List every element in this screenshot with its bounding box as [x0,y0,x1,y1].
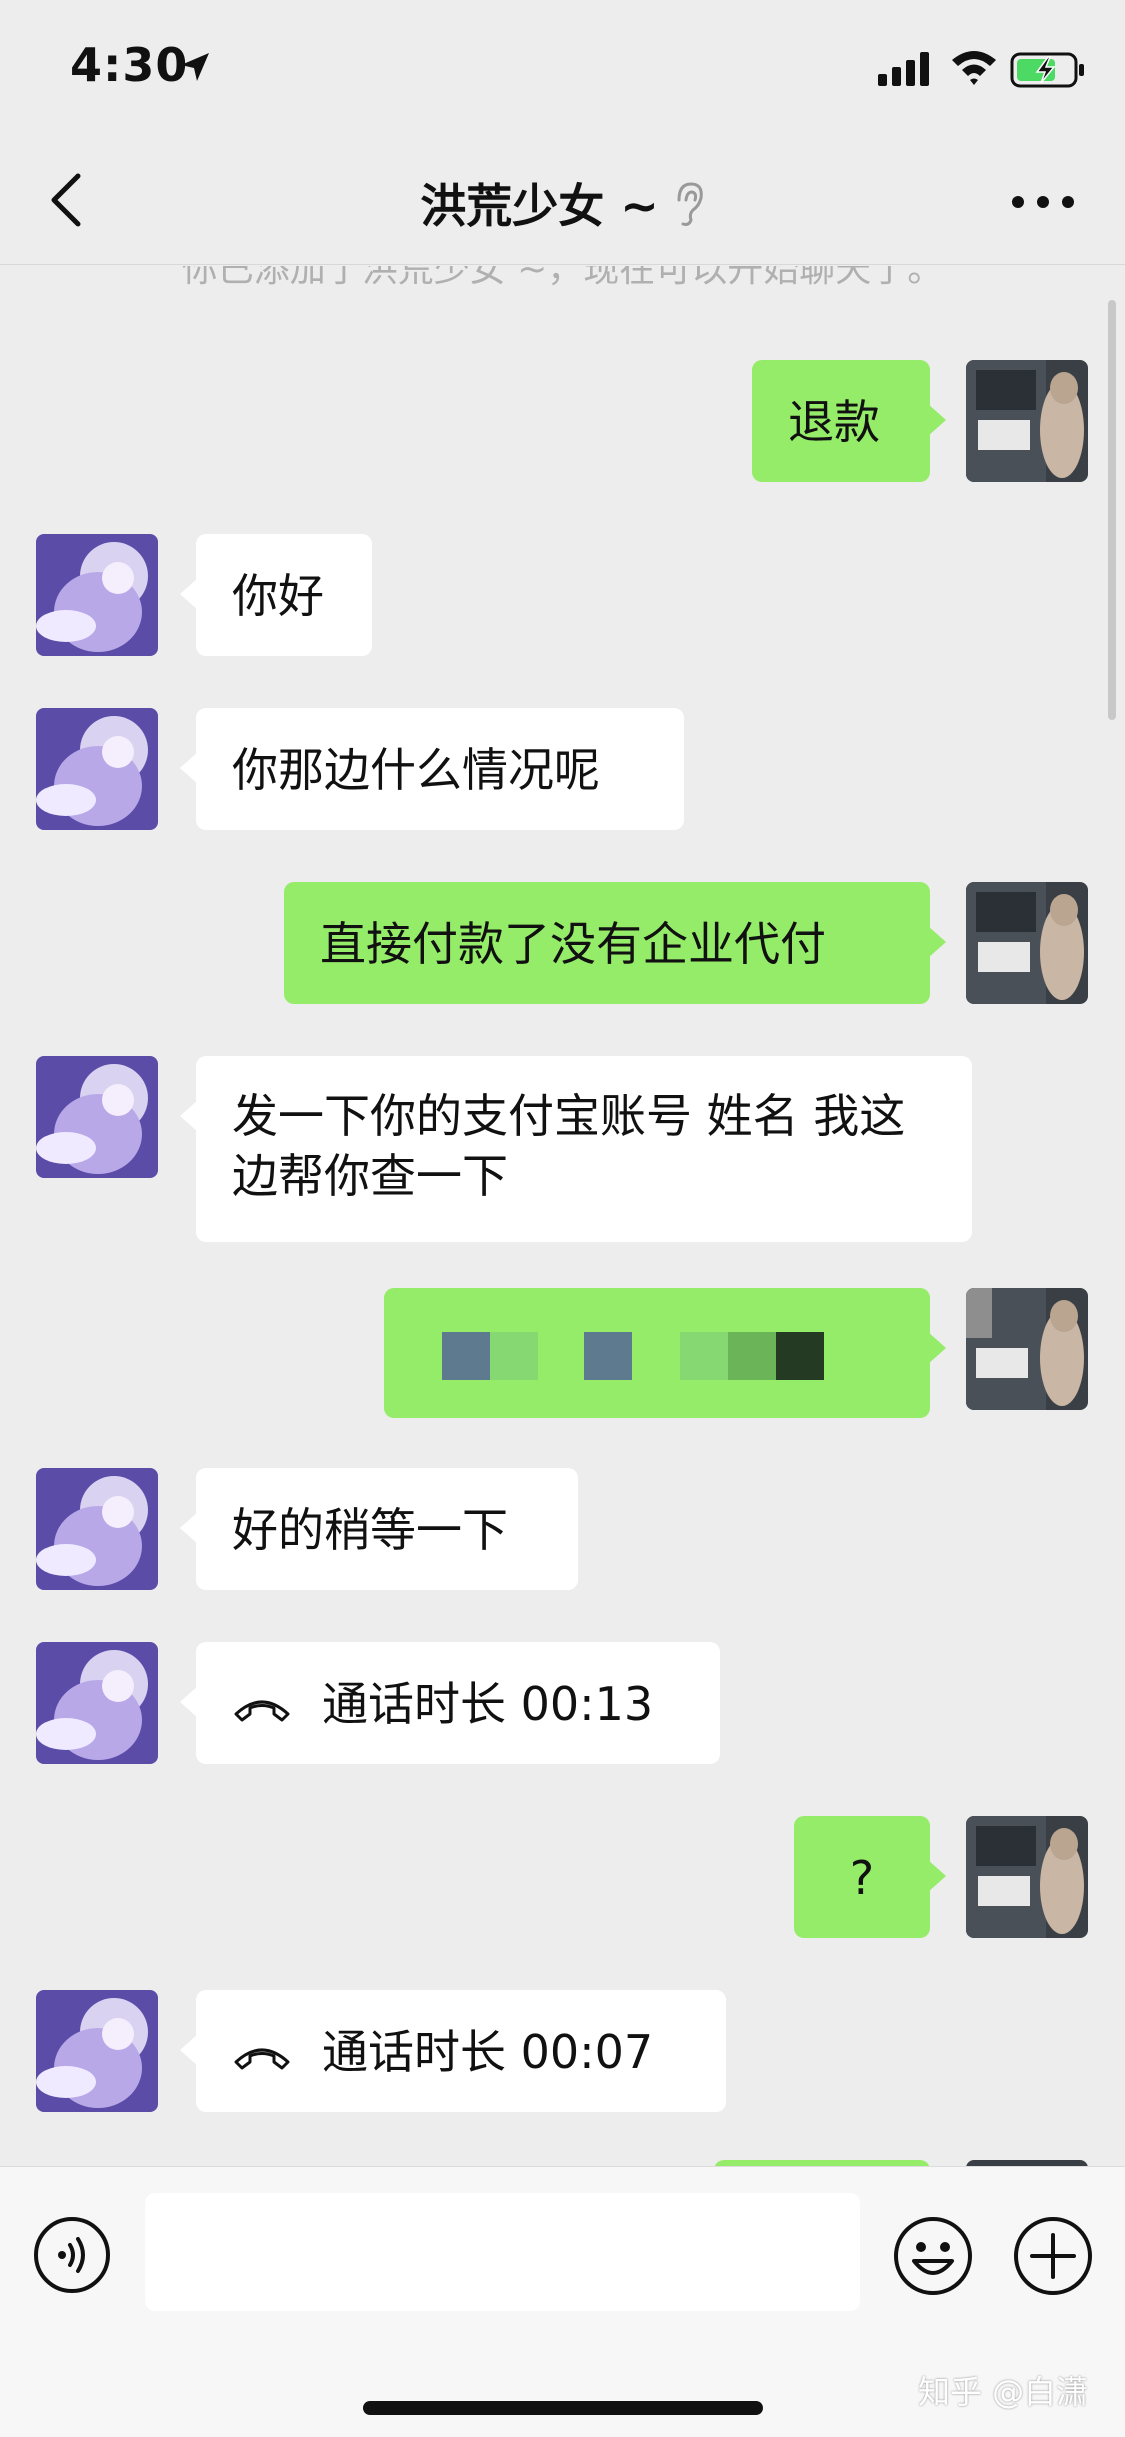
message-bubble-received[interactable]: 你好 [180,534,372,656]
anime-avatar-image [36,708,158,830]
message-bubble-sent-redacted[interactable] [384,1288,946,1418]
message-text: 好的稍等一下 [232,1503,508,1557]
message-bubble-sent[interactable]: ? [794,1816,946,1938]
system-notice: 你已添加了洪荒少女 ~，现在可以开始聊天了。 [0,266,1125,294]
ellipsis-icon [1012,196,1074,208]
watermark-text: 知乎 @白潇 [918,2373,1089,2411]
status-time: 4:30 [70,38,189,92]
message-text-input[interactable] [145,2193,860,2311]
message-text: 直接付款了没有企业代付 [320,917,826,971]
message-text: 你好 [232,569,324,623]
contact-avatar[interactable] [36,1642,158,1764]
call-duration-text: 通话时长 00:13 [322,1677,654,1731]
contact-avatar[interactable] [36,708,158,830]
input-bar: 知乎 @白潇 [0,2166,1125,2437]
message-text: 发一下你的支付宝账号 姓名 我这边帮你查一下 [232,1089,906,1203]
avatar-photo-image [966,360,1088,482]
anime-avatar-image [36,1990,158,2112]
message-text: 你那边什么情况呢 [232,743,600,797]
home-indicator[interactable] [363,2401,763,2415]
contact-avatar[interactable] [36,1468,158,1590]
more-functions-button[interactable] [1012,2215,1094,2297]
plus-circle-icon [1014,2217,1092,2295]
emoji-smile-icon [894,2217,972,2295]
anime-avatar-image [36,1642,158,1764]
message-bubble-received[interactable]: 好的稍等一下 [180,1468,578,1590]
call-record-bubble[interactable]: 通话时长 00:13 [180,1642,720,1764]
message-bubble-received[interactable]: 你那边什么情况呢 [180,708,684,830]
cellular-signal-icon [878,52,932,90]
my-avatar[interactable] [966,1288,1088,1410]
emoji-button[interactable] [892,2215,974,2297]
more-options-button[interactable] [1008,190,1078,214]
chat-area[interactable]: 你已添加了洪荒少女 ~，现在可以开始聊天了。 退款 你好 你那边什么情况呢 直接… [0,266,1125,2166]
nav-title-wrap: 洪荒少女 ~ [0,170,1125,239]
message-text: ? [849,1851,875,1905]
battery-charging-icon [1010,52,1086,92]
hang-up-phone-icon [232,2026,292,2086]
wifi-icon [950,48,998,90]
my-avatar[interactable] [966,360,1088,482]
anime-avatar-image [36,534,158,656]
contact-avatar[interactable] [36,1056,158,1178]
voice-input-button[interactable] [32,2215,112,2295]
contact-avatar[interactable] [36,534,158,656]
message-text: 退款 [788,395,880,449]
contact-avatar[interactable] [36,1990,158,2112]
system-notice-text: 你已添加了洪荒少女 ~，现在可以开始聊天了。 [181,266,944,290]
my-avatar[interactable] [966,1816,1088,1938]
location-arrow-icon [178,50,212,88]
avatar-photo-image [966,882,1088,1004]
nav-bar: 洪荒少女 ~ [0,132,1125,265]
my-avatar[interactable] [966,882,1088,1004]
avatar-photo-image [966,1816,1088,1938]
call-duration-text: 通话时长 00:07 [322,2025,654,2079]
anime-avatar-image [36,1468,158,1590]
message-bubble-sent[interactable]: 退款 [752,360,946,482]
call-record-bubble[interactable]: 通话时长 00:07 [180,1990,726,2112]
message-bubble-sent[interactable]: 直接付款了没有企业代付 [284,882,946,1004]
message-bubble-received[interactable]: 发一下你的支付宝账号 姓名 我这边帮你查一下 [180,1056,972,1242]
avatar-photo-image [966,1288,1088,1410]
voice-input-icon [34,2217,110,2293]
status-bar: 4:30 [0,0,1125,132]
chat-scrollbar[interactable] [1108,300,1116,720]
hang-up-phone-icon [232,1678,292,1738]
earpiece-mode-icon [671,180,705,239]
chat-title: 洪荒少女 ~ [420,179,659,233]
anime-avatar-image [36,1056,158,1178]
redaction-pixel-block [442,1332,824,1380]
